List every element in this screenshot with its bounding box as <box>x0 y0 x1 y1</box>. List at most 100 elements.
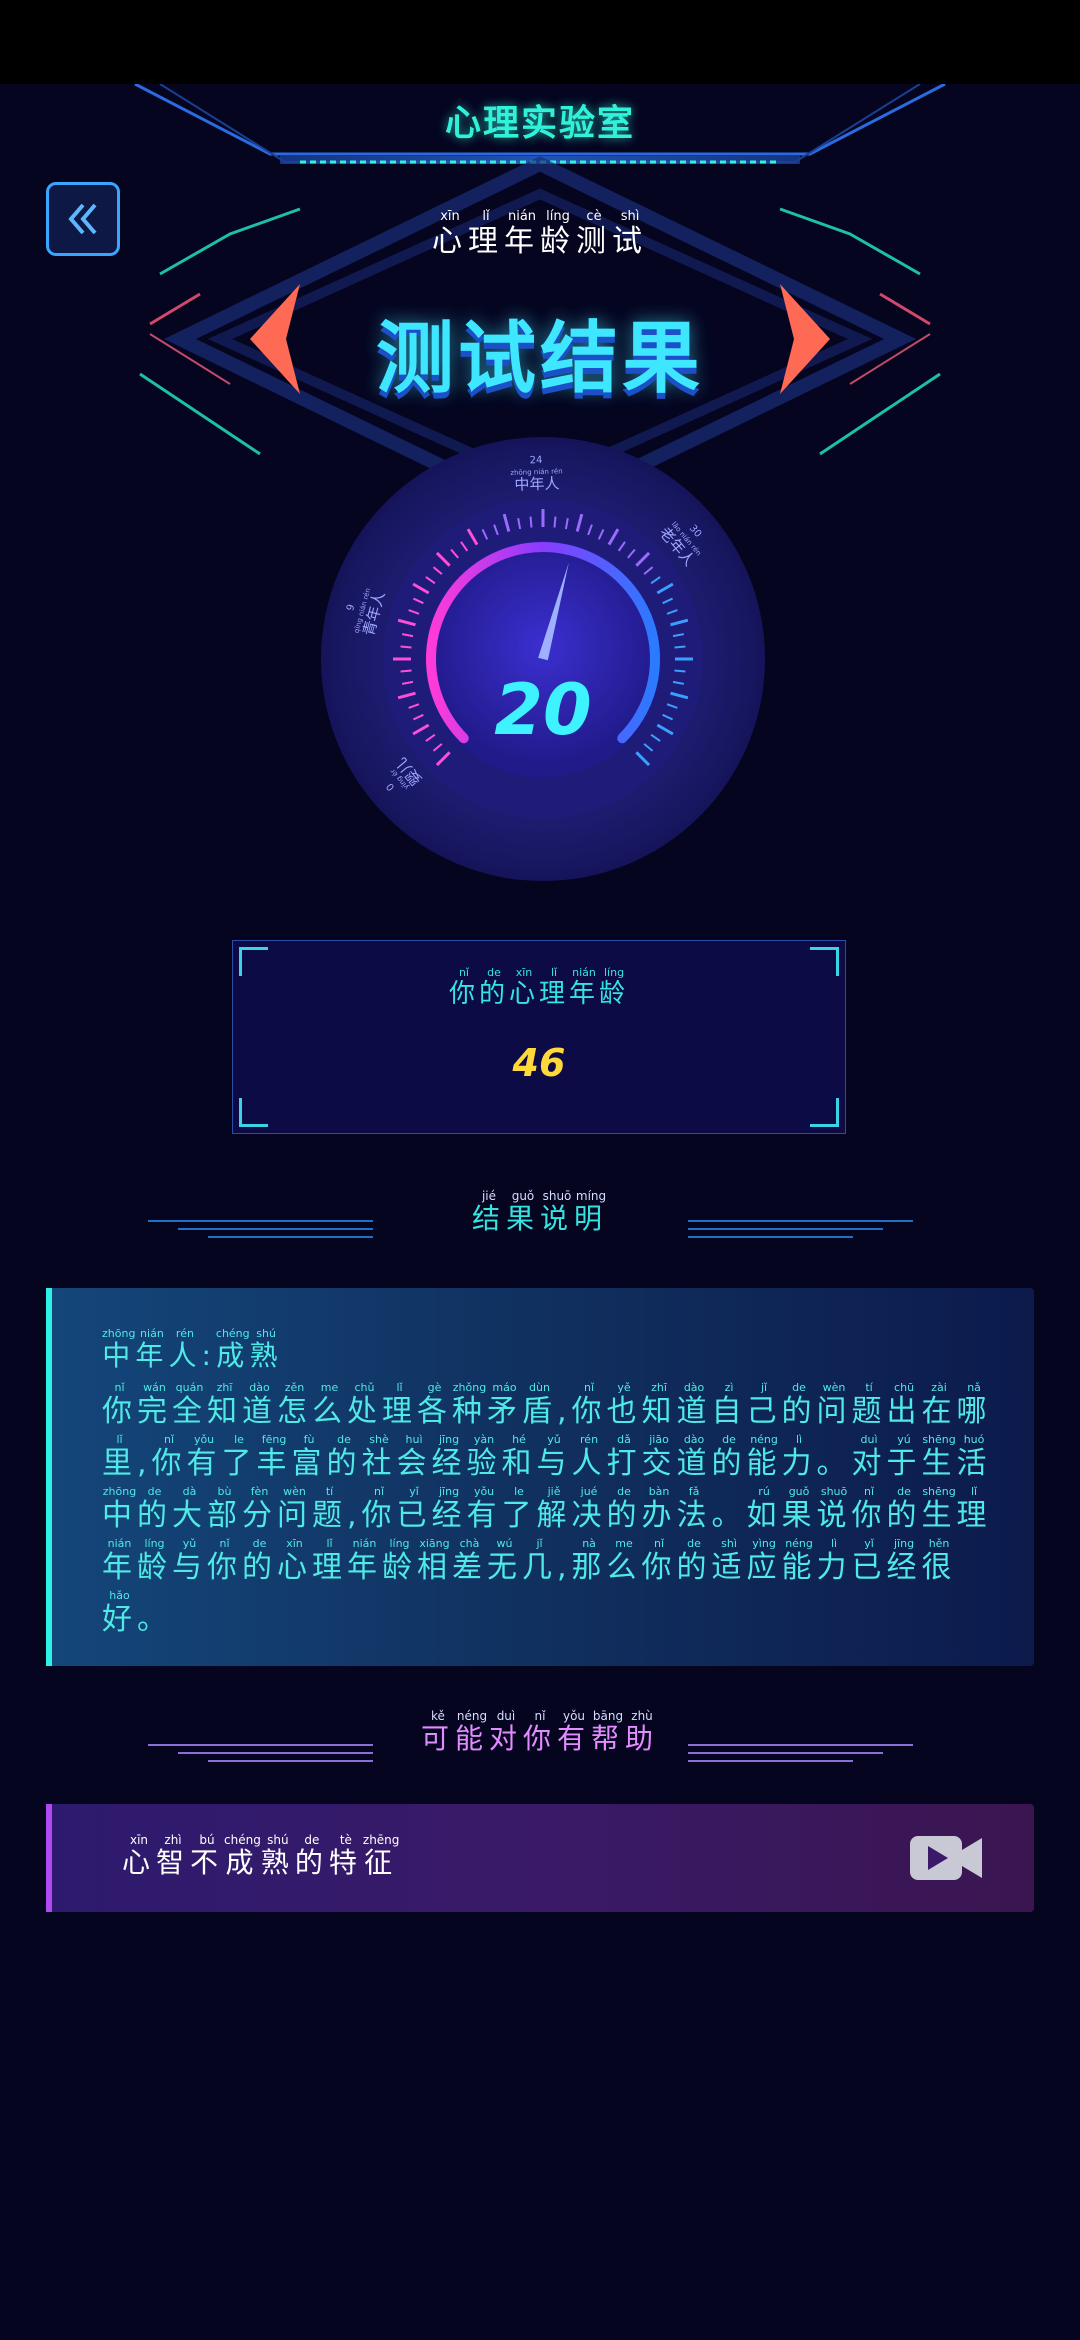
char: 结 <box>471 1202 506 1235</box>
ruby-char: 打dǎ <box>606 1433 642 1481</box>
char: 的 <box>711 1446 747 1481</box>
char: 有 <box>557 1722 592 1755</box>
char: 题 <box>312 1498 347 1533</box>
pinyin: yě <box>606 1381 642 1394</box>
char: 对 <box>488 1722 523 1755</box>
char: 年 <box>504 224 540 259</box>
explanation-section-header: 结jié果guǒ说shuō明míng <box>0 1189 1080 1250</box>
char: 了 <box>501 1498 537 1533</box>
pinyin: xīn <box>432 209 468 224</box>
char: 道 <box>676 1394 712 1429</box>
pinyin: nián <box>504 209 540 224</box>
char: 题 <box>851 1394 887 1429</box>
char: 各 <box>417 1394 452 1429</box>
pinyin: zhì <box>156 1833 191 1847</box>
char: 那 <box>571 1550 607 1585</box>
ruby-char: 人rén <box>168 1327 201 1372</box>
ruby-char: 说shuō <box>540 1189 574 1235</box>
pinyin: dà <box>172 1485 207 1498</box>
ruby-char: 年nián <box>102 1537 137 1585</box>
pinyin: shuō <box>816 1485 852 1498</box>
pinyin: hé <box>501 1433 537 1446</box>
gauge-label-text: 中年人 <box>514 474 560 494</box>
ruby-char: 问wèn <box>277 1485 312 1533</box>
ruby-char: 道dào <box>676 1381 712 1429</box>
ruby-char: 己jǐ <box>747 1381 782 1429</box>
ruby-char: 无wú <box>487 1537 522 1585</box>
ruby-char: 你nǐ <box>852 1485 887 1533</box>
char: 里 <box>102 1446 137 1481</box>
ruby-char: 处chǔ <box>347 1381 382 1429</box>
char: 力 <box>816 1550 852 1585</box>
ruby-char: 和hé <box>502 1433 537 1481</box>
char: 人 <box>571 1446 607 1481</box>
ruby-char: 里lǐ <box>102 1433 137 1481</box>
pinyin: néng <box>454 1709 489 1723</box>
pinyin: jīng <box>431 1433 467 1446</box>
pinyin: le <box>221 1433 257 1446</box>
explanation-body: 你nǐ完wán全quán知zhī道dào怎zěn么me处chǔ理lǐ各gè种zh… <box>102 1381 1002 1646</box>
ruby-char: 怎zěn <box>277 1381 312 1429</box>
char: 好 <box>102 1602 137 1637</box>
ruby-char: 你nǐ <box>641 1537 677 1585</box>
char: 。 <box>137 1602 172 1637</box>
char: 也 <box>606 1394 642 1429</box>
char: 丰 <box>256 1446 292 1481</box>
char: 适 <box>711 1550 747 1585</box>
help-item-card[interactable]: 心xīn智zhì不bú成chéng熟shú的de特tè征zhēng <box>46 1804 1034 1912</box>
char: 的 <box>676 1550 712 1585</box>
pinyin: dǎ <box>606 1433 642 1446</box>
char: 你 <box>641 1550 677 1585</box>
pinyin: fèn <box>242 1485 277 1498</box>
pinyin: de <box>676 1537 712 1550</box>
pinyin: zhōng <box>102 1327 136 1340</box>
char: , <box>137 1446 152 1481</box>
video-icon[interactable] <box>908 1832 984 1884</box>
pinyin: zhēng <box>362 1833 400 1847</box>
app-title: 心理实验室 <box>444 103 635 144</box>
char: 。 <box>816 1446 852 1481</box>
ruby-char: 试shì <box>612 209 648 259</box>
ruby-char: 验yàn <box>467 1433 502 1481</box>
pinyin: dào <box>242 1381 277 1394</box>
pinyin: rén <box>168 1327 202 1340</box>
char: 你 <box>102 1394 137 1429</box>
ruby-char: 了le <box>501 1485 537 1533</box>
ruby-char: 生shēng <box>922 1485 957 1533</box>
pinyin: wèn <box>277 1485 312 1498</box>
char: 会 <box>396 1446 432 1481</box>
score-card: 你nǐ的de心xīn理lǐ年nián龄líng 46 <box>232 940 846 1134</box>
ruby-char: 的de <box>479 966 509 1009</box>
char: 龄 <box>137 1550 172 1585</box>
pinyin: jīng <box>431 1485 467 1498</box>
char: 明 <box>574 1202 609 1235</box>
pinyin: dùn <box>522 1381 557 1394</box>
ruby-char: 说shuō <box>816 1485 852 1533</box>
ruby-char: 道dào <box>242 1381 277 1429</box>
pinyin: nǐ <box>641 1537 677 1550</box>
char: 打 <box>606 1446 642 1481</box>
ruby-char: 在zài <box>922 1381 957 1429</box>
char: 说 <box>816 1498 852 1533</box>
char: 的 <box>137 1498 172 1533</box>
explanation-section-title: 结jié果guǒ说shuō明míng <box>471 1189 609 1235</box>
char: 经 <box>886 1550 922 1585</box>
pinyin: fù <box>291 1433 327 1446</box>
ruby-char: 与yǔ <box>172 1537 207 1585</box>
char: 与 <box>172 1550 207 1585</box>
ruby-char: 的de <box>887 1485 922 1533</box>
pinyin: nián <box>102 1537 137 1550</box>
ruby-char: 那nà <box>571 1537 607 1585</box>
pinyin: wán <box>137 1381 172 1394</box>
char: 理 <box>539 979 570 1009</box>
ruby-char: 力lì <box>782 1433 817 1481</box>
char: 么 <box>606 1550 642 1585</box>
char: 年 <box>569 979 600 1009</box>
char: 熟 <box>249 1339 283 1372</box>
pinyin: lǐ <box>468 209 504 224</box>
status-bar <box>0 0 1080 84</box>
ruby-char: 。 <box>817 1446 852 1481</box>
char: 部 <box>207 1498 242 1533</box>
char: 如 <box>746 1498 782 1533</box>
char: 你 <box>522 1722 557 1755</box>
